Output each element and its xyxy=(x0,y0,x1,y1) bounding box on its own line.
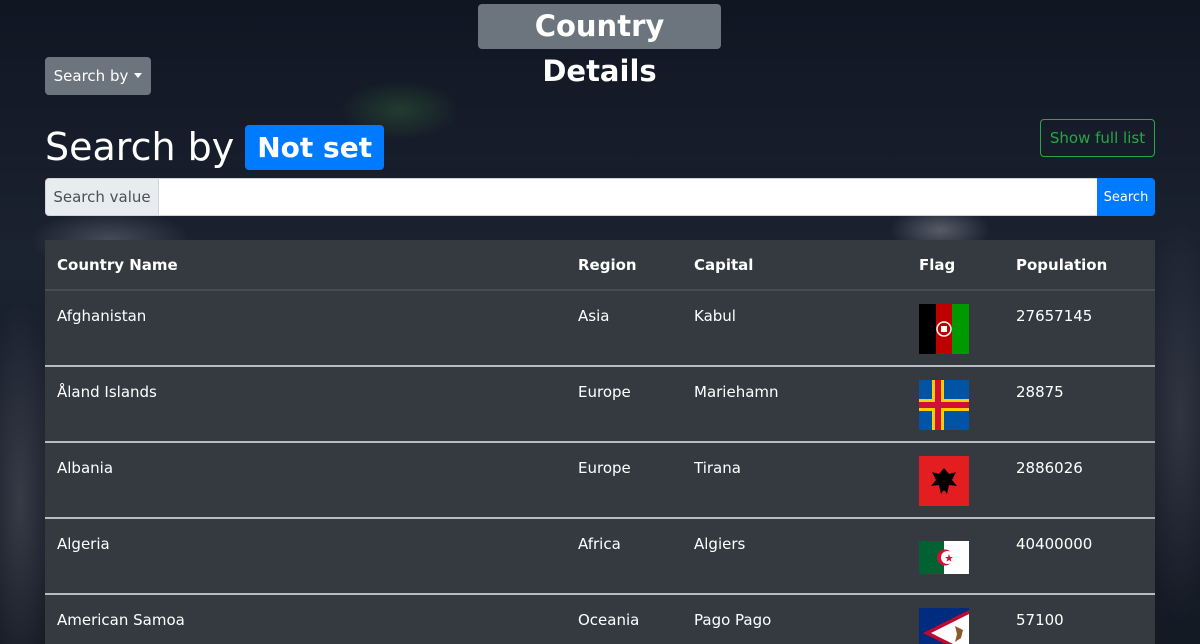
table-row: Åland Islands Europe Mariehamn 28875 xyxy=(45,365,1155,442)
region-cell: Europe xyxy=(566,441,682,518)
search-input[interactable] xyxy=(159,178,1097,216)
table-row: Algeria Africa Algiers 40400000 xyxy=(45,517,1155,594)
caret-down-icon xyxy=(134,72,143,78)
column-header-region: Region xyxy=(566,240,682,291)
flag-cell xyxy=(907,593,1004,644)
column-header-country-name: Country Name xyxy=(45,240,566,291)
column-header-flag: Flag xyxy=(907,240,1004,291)
capital-cell: Algiers xyxy=(682,517,907,594)
region-cell: Europe xyxy=(566,365,682,442)
algeria-flag-icon xyxy=(919,541,969,574)
search-heading-text: Search by xyxy=(45,125,235,169)
country-name-cell: Algeria xyxy=(45,517,566,594)
capital-cell: Mariehamn xyxy=(682,365,907,442)
table-row: Afghanistan Asia Kabul 27657145 xyxy=(45,290,1155,366)
search-button[interactable]: Search xyxy=(1097,178,1155,216)
column-header-population: Population xyxy=(1004,240,1155,291)
search-input-group: Search value Search xyxy=(45,178,1155,216)
table-row: Albania Europe Tirana 2886026 xyxy=(45,441,1155,518)
population-cell: 57100 xyxy=(1004,593,1155,644)
region-cell: Africa xyxy=(566,517,682,594)
show-full-list-button[interactable]: Show full list xyxy=(1040,119,1155,157)
search-by-dropdown-button[interactable]: Search by xyxy=(45,57,151,95)
region-cell: Asia xyxy=(578,307,610,325)
country-name-cell: Albania xyxy=(45,441,566,518)
country-table-container: Country Name Region Capital Flag Populat… xyxy=(45,240,1155,644)
flag-cell xyxy=(907,365,1004,442)
flag-cell xyxy=(907,290,1004,366)
albania-flag-icon xyxy=(919,456,969,506)
region-cell: Oceania xyxy=(566,593,682,644)
column-header-capital: Capital xyxy=(682,240,907,291)
capital-cell: Pago Pago xyxy=(682,593,907,644)
capital-cell: Kabul xyxy=(694,307,736,325)
population-cell: 28875 xyxy=(1004,365,1155,442)
search-by-dropdown-label: Search by xyxy=(53,67,129,85)
search-value-label: Search value xyxy=(45,178,159,216)
flag-cell xyxy=(907,517,1004,594)
capital-cell: Tirana xyxy=(682,441,907,518)
afghanistan-flag-icon xyxy=(919,304,969,354)
flag-cell xyxy=(907,441,1004,518)
search-heading: Search by Not set xyxy=(45,124,385,170)
page-title: Country Details xyxy=(478,4,721,88)
country-name-cell: American Samoa xyxy=(45,593,566,644)
aland-islands-flag-icon xyxy=(919,380,969,430)
search-mode-badge: Not set xyxy=(245,124,385,170)
table-header-row: Country Name Region Capital Flag Populat… xyxy=(45,240,1155,291)
american-samoa-flag-icon xyxy=(919,608,969,644)
population-cell: 2886026 xyxy=(1004,441,1155,518)
country-name-cell: Afghanistan xyxy=(57,307,147,325)
country-table: Country Name Region Capital Flag Populat… xyxy=(45,240,1155,644)
population-cell: 27657145 xyxy=(1016,307,1093,325)
table-row: American Samoa Oceania Pago Pago 57100 xyxy=(45,593,1155,644)
population-cell: 40400000 xyxy=(1004,517,1155,594)
country-name-cell: Åland Islands xyxy=(45,365,566,442)
